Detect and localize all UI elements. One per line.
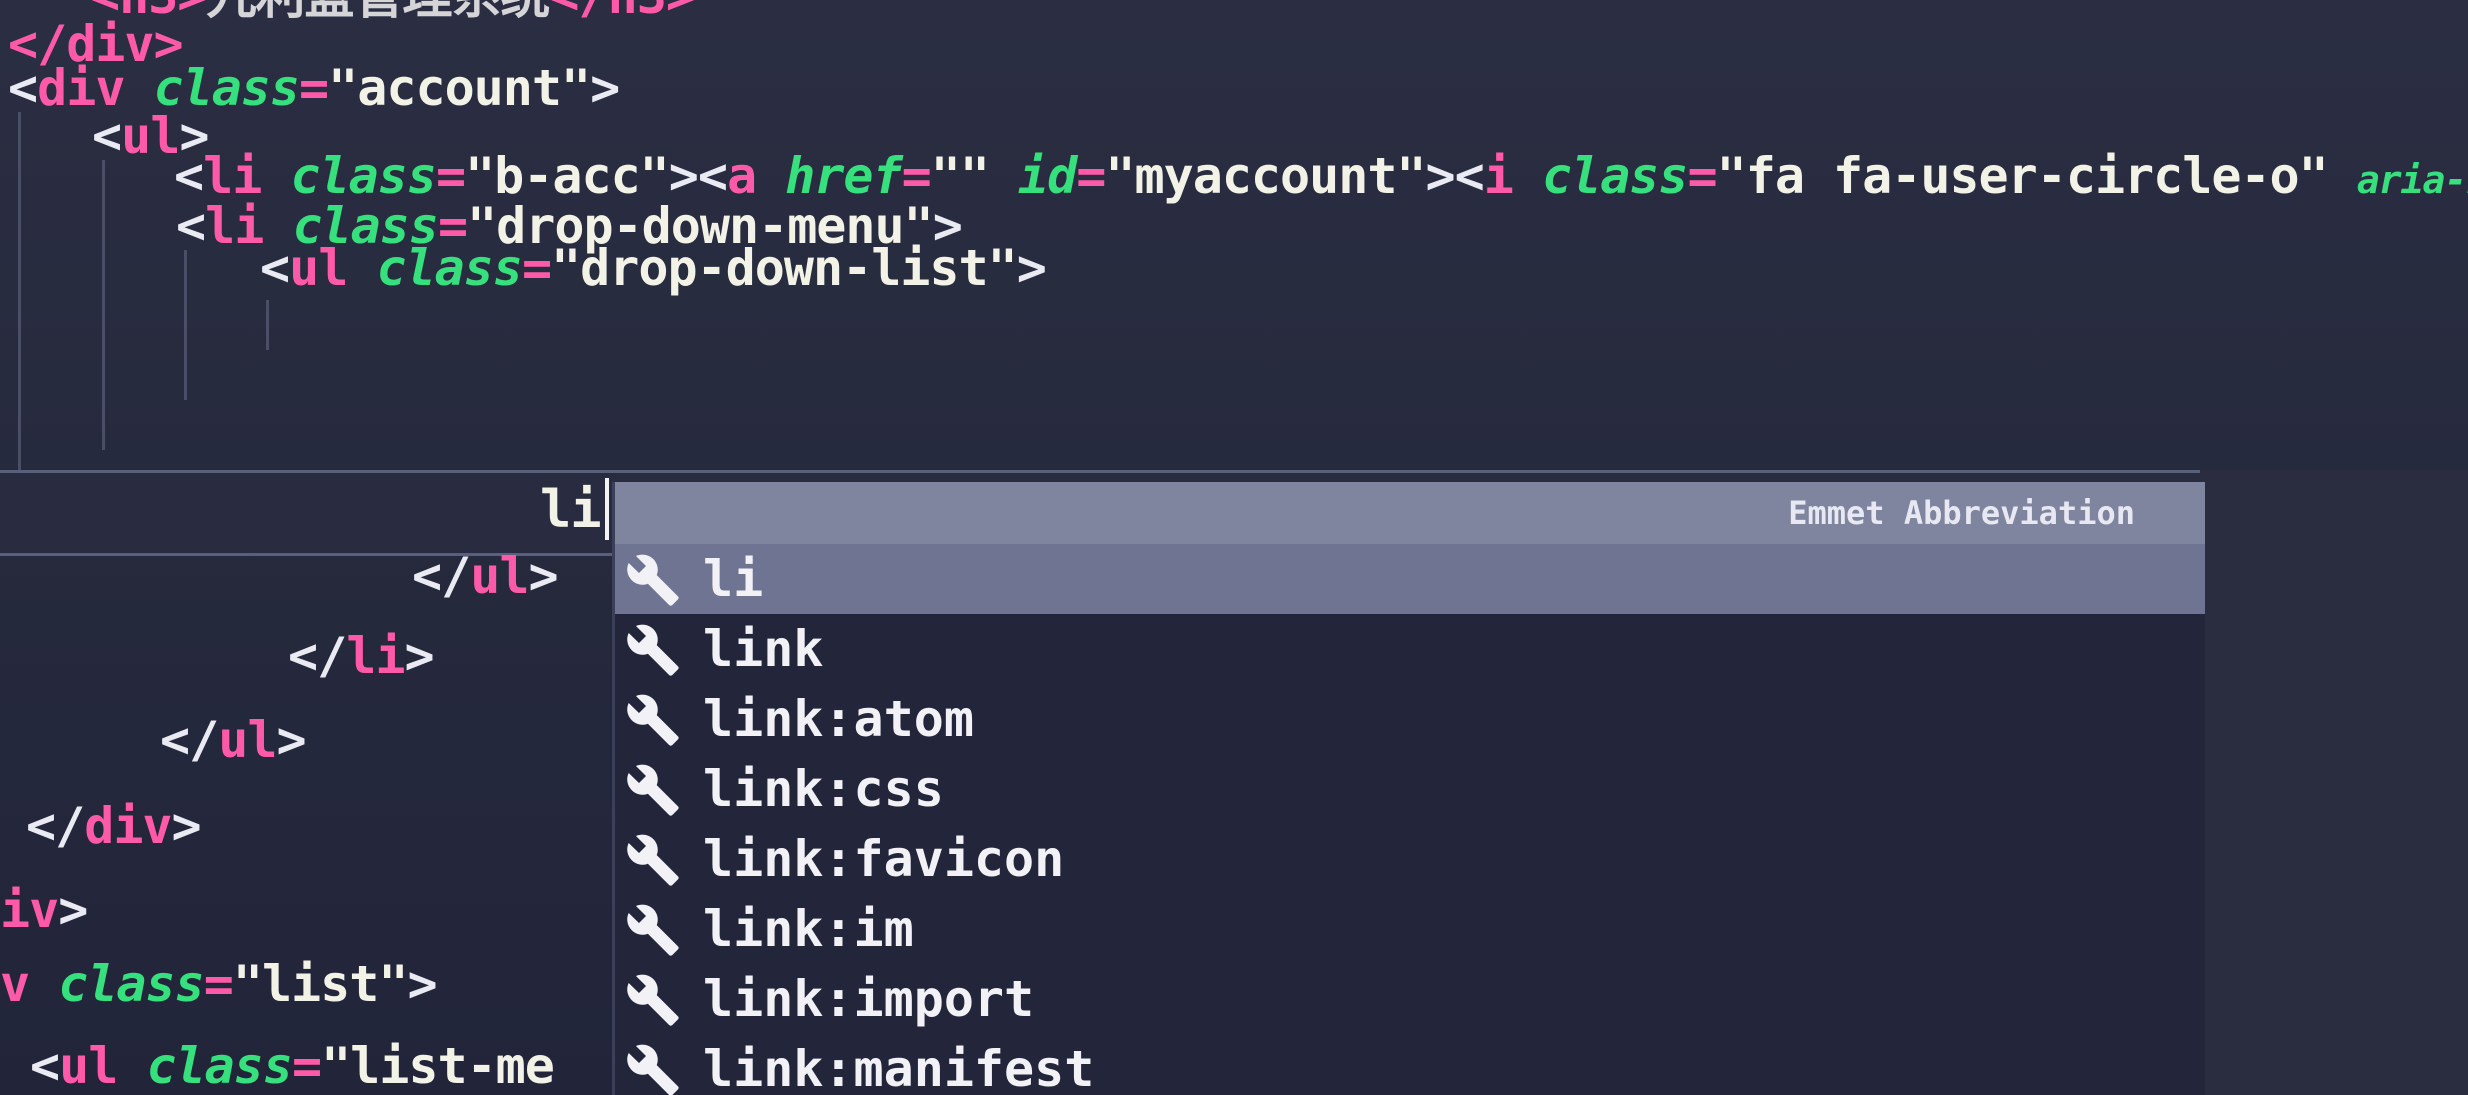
autocomplete-popup[interactable]: Emmet Abbreviation li link link:atom lin…	[612, 482, 2205, 1095]
code-token: >	[58, 881, 88, 939]
code-line[interactable]: <ul class="list-me	[30, 1030, 555, 1095]
code-line[interactable]: iv>	[0, 874, 88, 946]
indent-guide	[184, 250, 187, 400]
wrench-icon	[627, 694, 679, 746]
completion-item[interactable]: link:import	[615, 964, 2205, 1034]
code-token: <	[8, 59, 38, 117]
code-token: >	[276, 711, 306, 769]
code-token: >	[1016, 239, 1047, 297]
code-token: "account"	[328, 59, 591, 117]
indent-guide	[102, 160, 105, 450]
code-token: >	[590, 59, 620, 117]
code-token: =	[1687, 147, 1718, 205]
code-token: </	[160, 711, 219, 769]
completion-label: li	[703, 550, 764, 608]
code-token: id	[1018, 147, 1077, 205]
code-line[interactable]: </ul>	[160, 704, 307, 776]
typed-abbreviation: li	[540, 480, 602, 540]
code-token: li	[205, 197, 264, 255]
code-token: <	[30, 1037, 60, 1095]
code-token: aria-hid	[2356, 158, 2468, 202]
code-token: ul	[289, 239, 348, 297]
code-token: ul	[121, 107, 180, 165]
code-token: "fa fa-user-circle-o"	[1716, 147, 2329, 205]
completion-item[interactable]: link:favicon	[615, 824, 2205, 894]
code-token: "myaccount"	[1105, 147, 1426, 205]
code-line[interactable]: </li>	[288, 620, 435, 692]
code-token: >	[404, 627, 434, 685]
code-token: =	[291, 1037, 322, 1095]
code-line[interactable]: li	[540, 474, 602, 546]
code-token: <	[92, 107, 122, 165]
code-token: </	[412, 547, 471, 605]
code-token: div	[84, 797, 172, 855]
code-token: ><	[1425, 147, 1485, 205]
code-token: i	[1483, 147, 1514, 205]
wrench-icon	[627, 764, 679, 816]
code-token: "drop-down-list"	[551, 239, 1018, 297]
code-token: class	[1541, 147, 1689, 205]
indent-guide	[18, 112, 21, 507]
wrench-icon	[627, 1044, 679, 1095]
code-token: 九利蓝管理系统	[206, 0, 550, 25]
wrench-icon	[627, 554, 679, 606]
completion-label: link:import	[703, 970, 1035, 1028]
code-token: v	[0, 955, 30, 1013]
code-line[interactable]: </ul>	[412, 540, 559, 612]
completion-label: link	[703, 620, 824, 678]
code-line[interactable]: </div>	[26, 790, 202, 862]
completion-label: link:im	[703, 900, 914, 958]
code-token: >	[407, 955, 437, 1013]
completion-label: link:manifest	[703, 1040, 1095, 1095]
indent-guide	[266, 300, 269, 350]
code-token: ul	[470, 547, 529, 605]
completion-item[interactable]: link:im	[615, 894, 2205, 964]
code-token: iv	[0, 881, 59, 939]
wrench-icon	[627, 904, 679, 956]
code-token: class	[58, 955, 205, 1013]
completion-type-label: Emmet Abbreviation	[1788, 494, 2135, 532]
code-token: >	[171, 797, 202, 855]
autocomplete-header: Emmet Abbreviation	[615, 482, 2205, 544]
code-token: >	[528, 547, 558, 605]
code-token: </h3>	[549, 0, 696, 25]
code-token: class	[376, 239, 523, 297]
code-token: li	[346, 627, 405, 685]
completion-label: link:atom	[703, 690, 974, 748]
completion-item[interactable]: link:manifest	[615, 1034, 2205, 1095]
code-token: </	[26, 797, 85, 855]
editor-right-area	[2200, 470, 2468, 1095]
code-token: ul	[59, 1037, 118, 1095]
code-token: <	[260, 239, 290, 297]
code-token: =	[521, 239, 552, 297]
code-token: ul	[218, 711, 277, 769]
code-token: class	[146, 1037, 293, 1095]
completion-label: link:favicon	[703, 830, 1065, 888]
code-token: =	[1076, 147, 1106, 205]
code-token: "list-me	[321, 1037, 555, 1095]
code-line[interactable]: <ul class="drop-down-list">	[260, 232, 1047, 304]
code-token: =	[203, 955, 234, 1013]
wrench-icon	[627, 624, 679, 676]
completion-item[interactable]: link:css	[615, 754, 2205, 824]
code-line[interactable]: v class="list">	[0, 948, 438, 1020]
wrench-icon	[627, 834, 679, 886]
completion-item[interactable]: link:atom	[615, 684, 2205, 754]
code-token: </	[288, 627, 347, 685]
completion-item[interactable]: link	[615, 614, 2205, 684]
text-caret	[605, 478, 609, 540]
code-token: =	[299, 59, 329, 117]
code-token: "list"	[232, 955, 409, 1013]
completion-item[interactable]: li	[615, 544, 2205, 614]
code-editor[interactable]: <h3>九利蓝管理系统</h3> </div> <div class="acco…	[0, 0, 2468, 1095]
wrench-icon	[627, 974, 679, 1026]
code-token: <	[176, 197, 206, 255]
completion-label: link:css	[703, 760, 944, 818]
